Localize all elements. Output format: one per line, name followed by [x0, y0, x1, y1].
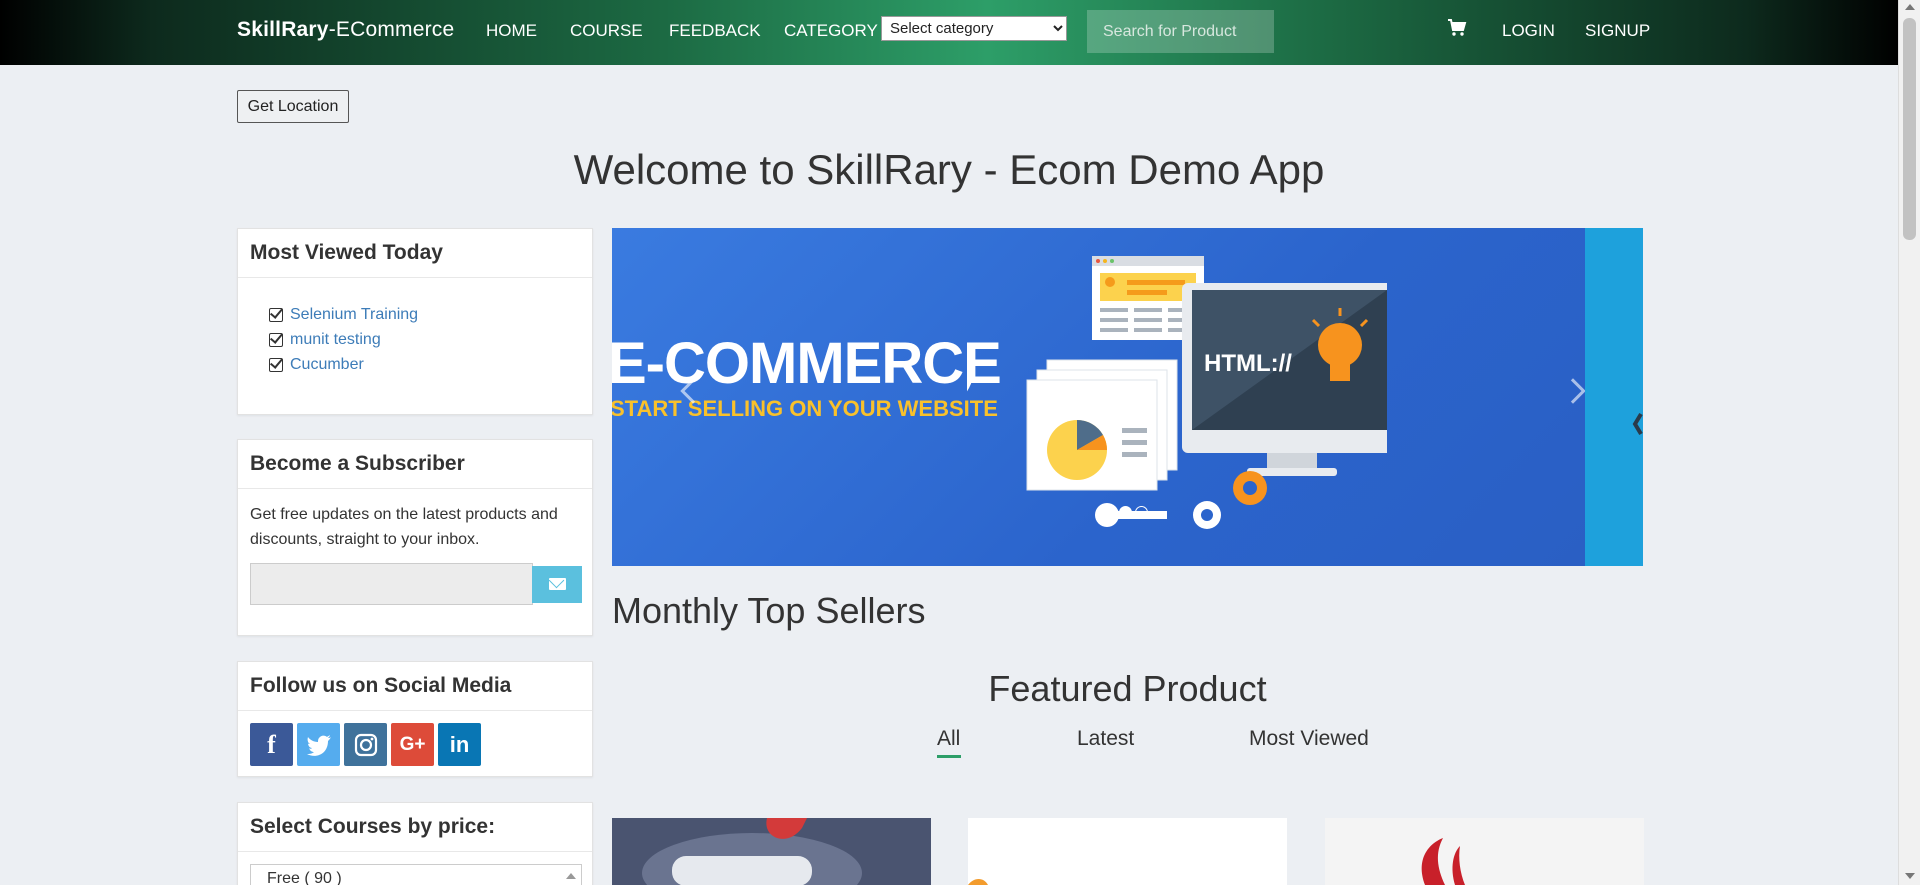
list-item: Cucumber: [269, 352, 592, 377]
nav-course-link[interactable]: COURSE: [570, 21, 643, 41]
ecommerce-illustration: HTML://: [967, 256, 1387, 529]
subscriber-heading: Become a Subscriber: [238, 440, 592, 489]
scroll-down-arrow-icon[interactable]: [1905, 873, 1915, 879]
price-filter-heading: Select Courses by price:: [238, 803, 592, 852]
monthly-top-sellers-heading: Monthly Top Sellers: [612, 590, 926, 631]
tab-all[interactable]: All: [937, 727, 960, 751]
scroll-up-arrow-icon[interactable]: [1905, 4, 1915, 10]
nav-category-link[interactable]: CATEGORY: [784, 21, 878, 41]
login-link[interactable]: LOGIN: [1502, 21, 1555, 41]
price-filter-panel: Select Courses by price: Free ( 90 ): [237, 802, 593, 885]
social-media-heading: Follow us on Social Media: [238, 662, 592, 711]
most-viewed-link[interactable]: munit testing: [290, 331, 381, 349]
tab-most-viewed[interactable]: Most Viewed: [1249, 727, 1369, 751]
twitter-icon[interactable]: [297, 723, 340, 766]
product-search-input[interactable]: [1087, 10, 1274, 53]
carousel-slide: E-COMMERCE START SELLING ON YOUR WEBSITE…: [612, 228, 1586, 566]
linkedin-icon[interactable]: in: [438, 723, 481, 766]
product-card-image[interactable]: [612, 818, 931, 885]
carousel-next-slide-peek: [1585, 228, 1643, 566]
nav-home-link[interactable]: HOME: [486, 21, 537, 41]
envelope-icon: [549, 578, 566, 590]
product-card-image[interactable]: [968, 818, 1287, 885]
signup-link[interactable]: SIGNUP: [1585, 21, 1650, 41]
hero-carousel[interactable]: E-COMMERCE START SELLING ON YOUR WEBSITE…: [612, 228, 1643, 566]
carousel-headline: E-COMMERCE: [612, 331, 1002, 396]
most-viewed-list: Selenium Training munit testing Cucumber: [238, 278, 592, 377]
check-square-icon: [269, 332, 283, 347]
get-location-button[interactable]: Get Location: [237, 90, 349, 123]
top-navbar: SkillRary-ECommerce HOME COURSE FEEDBACK…: [0, 0, 1898, 65]
subscribe-button[interactable]: [532, 566, 582, 603]
social-media-panel: Follow us on Social Media f G+ in: [237, 661, 593, 777]
product-thumbnail: [968, 878, 988, 885]
nav-feedback-link[interactable]: FEEDBACK: [669, 21, 761, 41]
subscriber-description: Get free updates on the latest products …: [250, 506, 558, 548]
list-item: munit testing: [269, 327, 592, 352]
check-square-icon: [269, 357, 283, 372]
carousel-subheadline: START SELLING ON YOUR WEBSITE: [612, 396, 998, 421]
most-viewed-heading: Most Viewed Today: [238, 229, 592, 278]
subscriber-email-input[interactable]: [250, 563, 533, 605]
listbox-scroll-up-icon[interactable]: [566, 873, 576, 879]
social-icons-row: f G+ in: [250, 723, 481, 766]
most-viewed-panel: Most Viewed Today Selenium Training muni…: [237, 228, 593, 415]
carousel-indicators: [1103, 506, 1148, 519]
shopping-cart-icon[interactable]: [1447, 18, 1467, 38]
featured-product-heading: Featured Product: [988, 668, 1267, 709]
check-square-icon: [269, 307, 283, 322]
carousel-dot[interactable]: [1135, 506, 1148, 519]
product-thumbnail: [1421, 838, 1465, 885]
html-label: HTML://: [1204, 350, 1292, 377]
product-thumbnail: [612, 818, 931, 885]
list-item: Selenium Training: [269, 302, 592, 327]
active-tab-underline: [937, 755, 961, 758]
brand-logo[interactable]: SkillRary-ECommerce: [237, 18, 454, 42]
price-filter-listbox[interactable]: Free ( 90 ): [250, 864, 582, 885]
most-viewed-link[interactable]: Cucumber: [290, 356, 364, 374]
google-plus-icon[interactable]: G+: [391, 723, 434, 766]
chevron-left-icon: [1632, 412, 1643, 436]
carousel-next-arrow-icon[interactable]: [1560, 378, 1586, 404]
price-option[interactable]: Free ( 90 ): [267, 870, 342, 885]
category-select[interactable]: Select category: [881, 16, 1067, 41]
subscriber-panel: Become a Subscriber Get free updates on …: [237, 439, 593, 636]
product-card-image[interactable]: [1325, 818, 1644, 885]
most-viewed-link[interactable]: Selenium Training: [290, 306, 418, 324]
tab-latest[interactable]: Latest: [1077, 727, 1134, 751]
page-title: Welcome to SkillRary - Ecom Demo App: [573, 146, 1325, 193]
carousel-dot-active[interactable]: [1119, 506, 1132, 519]
carousel-dot[interactable]: [1103, 506, 1116, 519]
scrollbar-thumb[interactable]: [1903, 18, 1916, 240]
instagram-icon[interactable]: [344, 723, 387, 766]
page-scrollbar[interactable]: [1898, 0, 1920, 885]
facebook-icon[interactable]: f: [250, 723, 293, 766]
